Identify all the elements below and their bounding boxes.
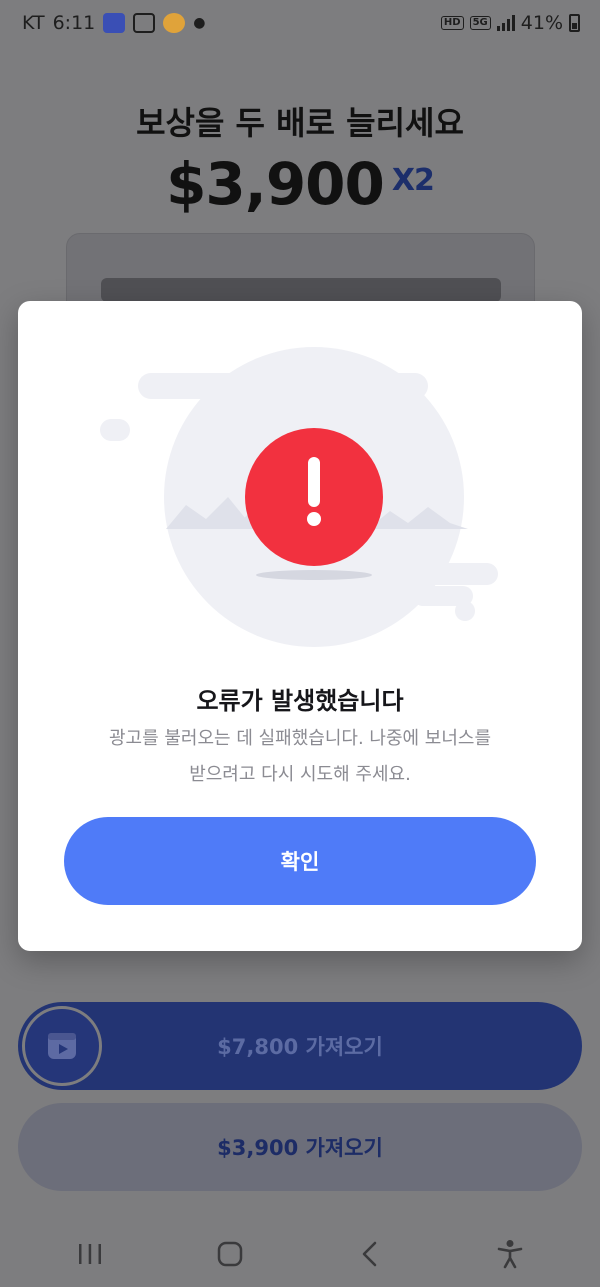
double-reward-label: $7,800 가져오기: [217, 1035, 383, 1059]
error-title: 오류가 발생했습니다: [196, 687, 404, 715]
battery-percent: 41%: [520, 12, 563, 34]
clock: 6:11: [52, 12, 96, 34]
error-message: 광고를 불러오는 데 실패했습니다. 나중에 보너스를 받으려고 다시 시도해 …: [78, 721, 522, 793]
game-notification-icon: [163, 13, 186, 33]
battery-icon: [569, 14, 580, 32]
error-illustration: [100, 347, 498, 647]
reward-multiplier: X2: [391, 163, 435, 198]
reward-amount: $3,900 X2: [0, 150, 600, 218]
double-reward-button[interactable]: $7,800 가져오기: [18, 1002, 582, 1090]
more-notifications-dot-icon: ●: [193, 15, 206, 31]
error-message-line: 광고를 불러오는 데 실패했습니다. 나중에 보너스를: [108, 728, 492, 749]
home-icon[interactable]: [200, 1229, 260, 1279]
exclamation-alert-icon: [245, 428, 383, 566]
status-bar: KT 6:11 ● HD 5G 41%: [0, 0, 600, 46]
reward-item-image: [101, 278, 501, 302]
5g-network-icon: 5G: [469, 16, 491, 30]
signal-strength-icon: [496, 15, 515, 31]
video-ad-icon: [22, 1006, 102, 1086]
reward-heading: 보상을 두 배로 늘리세요: [136, 104, 464, 142]
error-dialog: 오류가 발생했습니다 광고를 불러오는 데 실패했습니다. 나중에 보너스를 받…: [18, 301, 582, 951]
back-icon[interactable]: [340, 1229, 400, 1279]
hd-voice-icon: HD: [440, 16, 464, 30]
error-message-line: 받으려고 다시 시도해 주세요.: [189, 764, 411, 785]
gallery-notification-icon: [133, 13, 156, 33]
system-nav-bar: [0, 1220, 600, 1287]
single-reward-label: $3,900 가져오기: [217, 1136, 383, 1160]
single-reward-button[interactable]: $3,900 가져오기: [18, 1103, 582, 1191]
recent-apps-icon[interactable]: [60, 1229, 120, 1279]
confirm-button[interactable]: 확인: [64, 817, 536, 905]
reward-amount-value: $3,900: [166, 150, 385, 218]
app-notification-icon: [103, 13, 126, 33]
carrier-label: KT: [22, 12, 45, 34]
accessibility-icon[interactable]: [480, 1229, 540, 1279]
